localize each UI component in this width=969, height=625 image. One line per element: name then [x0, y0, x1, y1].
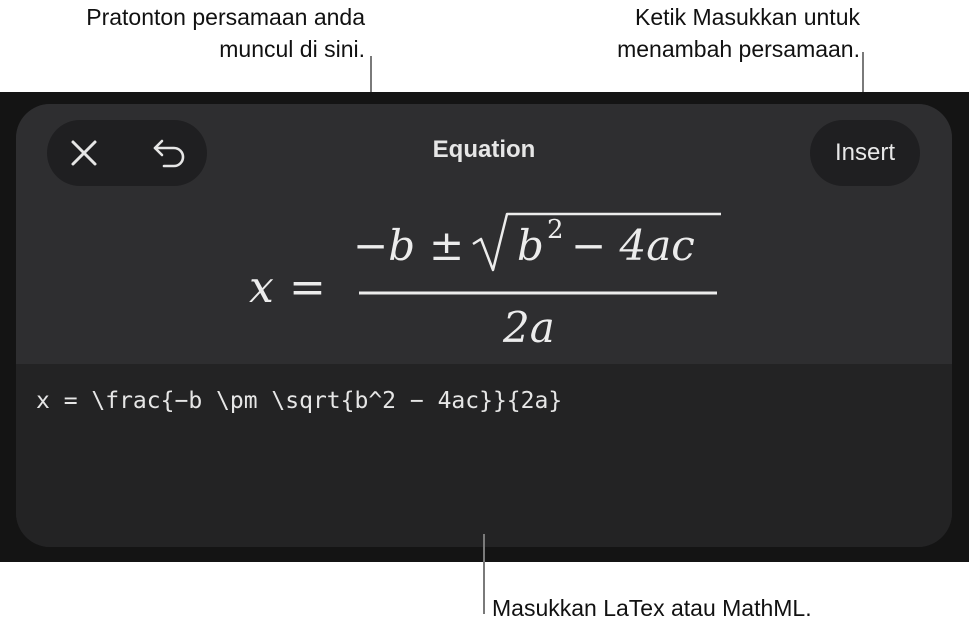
callout-preview-line1: Pratonton persamaan anda — [86, 4, 365, 30]
equation-lhs: x — [249, 262, 274, 313]
equation-preview: x = −b ± b 2 − 4ac 2a — [249, 212, 721, 352]
equation-preview-area: Equation Insert x = −b ± b 2 − 4ac 2a — [16, 104, 952, 364]
device-screen: Equation Insert x = −b ± b 2 − 4ac 2a x … — [0, 92, 969, 562]
numerator-plus-minus: ± — [429, 221, 464, 270]
callout-latex-leader — [483, 534, 485, 614]
page: Pratonton persamaan anda muncul di sini.… — [0, 0, 969, 625]
callout-insert-line1: Ketik Masukkan untuk — [634, 4, 860, 30]
radicand-rest: − 4ac — [571, 221, 695, 270]
callout-insert-line2: menambah persamaan. — [617, 36, 860, 62]
equation-equals: = — [289, 262, 326, 313]
latex-input-text: x = \frac{−b \pm \sqrt{b^2 − 4ac}}{2a} — [36, 388, 563, 414]
close-icon — [71, 140, 97, 166]
toolbar-button-group — [47, 120, 207, 186]
callout-latex: Masukkan LaTex atau MathML. — [492, 595, 812, 621]
insert-button[interactable]: Insert — [810, 120, 920, 186]
latex-input-field[interactable]: x = \frac{−b \pm \sqrt{b^2 − 4ac}}{2a} — [16, 364, 952, 547]
undo-button[interactable] — [145, 128, 195, 178]
callout-preview: Pratonton persamaan anda muncul di sini. — [40, 1, 365, 65]
dialog-title: Equation — [432, 136, 536, 163]
radicand-b: b — [517, 221, 544, 270]
radicand-exponent: 2 — [547, 215, 564, 245]
numerator-minus-b: −b — [353, 221, 415, 270]
callout-preview-line2: muncul di sini. — [219, 36, 365, 62]
undo-icon — [153, 139, 185, 168]
close-button[interactable] — [59, 128, 109, 178]
equation-panel: Equation Insert x = −b ± b 2 − 4ac 2a x … — [16, 104, 952, 547]
callout-insert: Ketik Masukkan untuk menambah persamaan. — [560, 1, 860, 65]
denominator: 2a — [502, 303, 555, 352]
